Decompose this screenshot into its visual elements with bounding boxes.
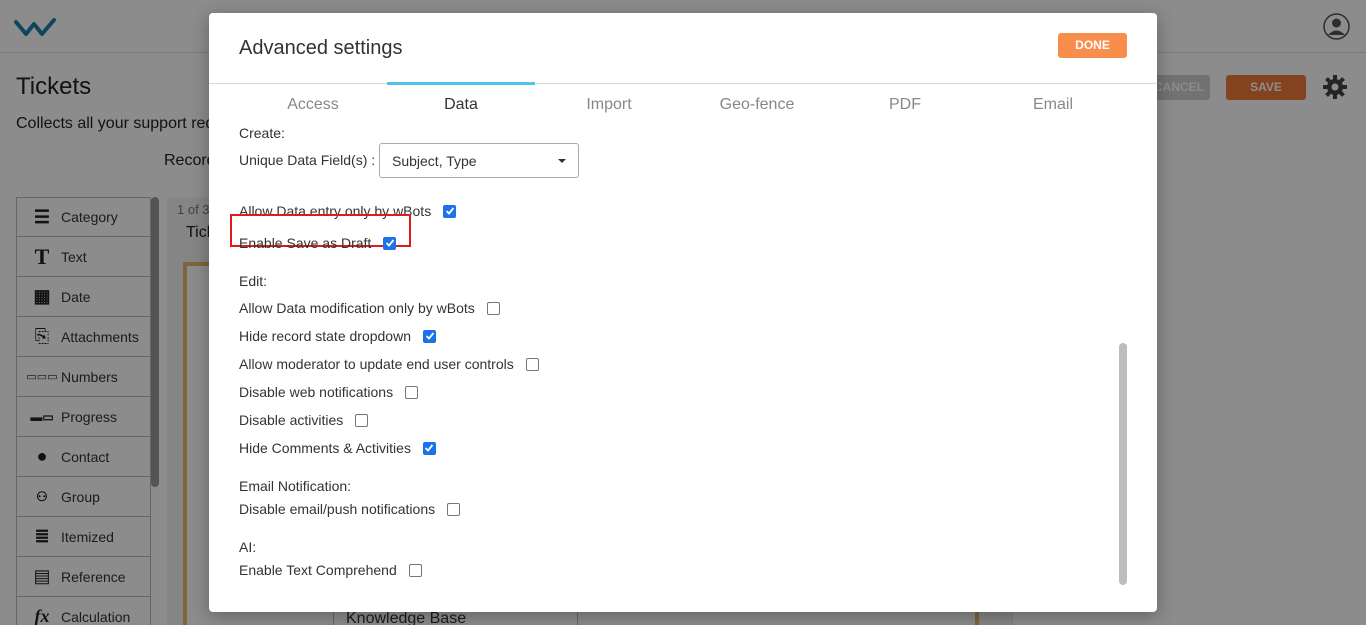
tab-data[interactable]: Data — [387, 82, 535, 125]
tab-email[interactable]: Email — [979, 83, 1127, 125]
settings-tabs: Access Data Import Geo-fence PDF Email — [239, 82, 1127, 125]
option-label: Disable web notifications — [239, 384, 394, 400]
tab-access[interactable]: Access — [239, 83, 387, 125]
allow-wbots-modification-checkbox[interactable] — [486, 301, 500, 315]
option-label: Enable Save as Draft — [239, 235, 372, 251]
done-button[interactable]: DONE — [1058, 33, 1127, 58]
option-enable-draft: Enable Save as Draft — [239, 235, 397, 251]
allow-wbots-entry-checkbox[interactable] — [443, 204, 457, 218]
option-label: Hide Comments & Activities — [239, 440, 411, 456]
text-comprehend-checkbox[interactable] — [408, 563, 422, 577]
unique-fields-select[interactable]: Subject, Type — [379, 143, 579, 178]
disable-web-notifications-checkbox[interactable] — [405, 385, 419, 399]
option-disable-activities: Disable activities — [239, 412, 369, 428]
edit-section-label: Edit: — [239, 273, 268, 289]
option-label: Allow Data modification only by wBots — [239, 300, 475, 316]
disable-email-push-checkbox[interactable] — [447, 502, 461, 516]
modal-title: Advanced settings — [239, 37, 403, 59]
option-disable-web-notifications: Disable web notifications — [239, 384, 419, 400]
option-label: Hide record state dropdown — [239, 328, 411, 344]
option-hide-record-state: Hide record state dropdown — [239, 328, 436, 344]
caret-down-icon — [558, 159, 566, 163]
option-label: Disable email/push notifications — [239, 501, 436, 517]
email-section-label: Email Notification: — [239, 478, 352, 494]
moderator-update-checkbox[interactable] — [525, 357, 539, 371]
disable-activities-checkbox[interactable] — [355, 413, 369, 427]
option-label: Enable Text Comprehend — [239, 562, 397, 578]
option-allow-wbots-modification: Allow Data modification only by wBots — [239, 300, 500, 316]
option-disable-email-push: Disable email/push notifications — [239, 501, 461, 517]
tab-import[interactable]: Import — [535, 83, 683, 125]
option-text-comprehend: Enable Text Comprehend — [239, 562, 422, 578]
tab-pdf[interactable]: PDF — [831, 83, 979, 125]
create-section-label: Create: — [239, 125, 285, 141]
tab-geo-fence[interactable]: Geo-fence — [683, 83, 831, 125]
advanced-settings-modal: Advanced settings DONE Access Data Impor… — [209, 13, 1157, 612]
option-moderator-update: Allow moderator to update end user contr… — [239, 356, 539, 372]
option-hide-comments-activities: Hide Comments & Activities — [239, 440, 436, 456]
unique-fields-label: Unique Data Field(s) : — [239, 152, 376, 168]
ai-section-label: AI: — [239, 539, 257, 555]
unique-fields-value: Subject, Type — [392, 153, 477, 169]
modal-scrollbar[interactable] — [1119, 343, 1127, 585]
option-label: Disable activities — [239, 412, 344, 428]
hide-comments-activities-checkbox[interactable] — [422, 441, 436, 455]
hide-record-state-checkbox[interactable] — [423, 329, 436, 343]
option-label: Allow moderator to update end user contr… — [239, 356, 514, 372]
enable-draft-checkbox[interactable] — [383, 236, 397, 250]
